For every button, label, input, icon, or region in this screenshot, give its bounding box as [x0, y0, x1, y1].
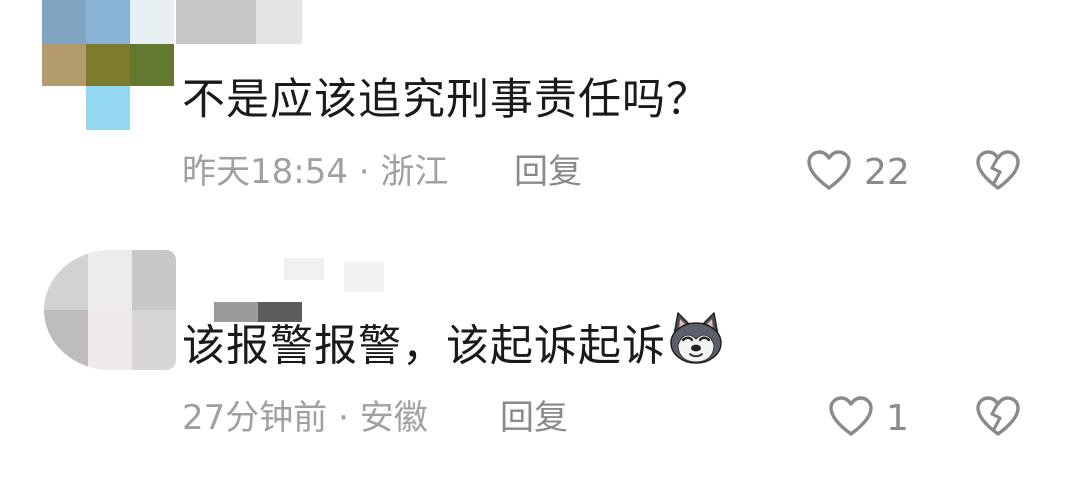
- comment-location: 浙江: [380, 152, 449, 192]
- like-count: 22: [864, 152, 910, 193]
- dislike-button[interactable]: [975, 148, 1021, 198]
- comment-text-content: 该报警报警，该起诉起诉: [182, 321, 666, 372]
- husky-dog-emoji: [668, 311, 724, 379]
- meta-separator: ·: [347, 152, 381, 192]
- username-mosaic[interactable]: [214, 258, 404, 322]
- reply-button[interactable]: 回复: [500, 396, 568, 440]
- avatar-pixel: [130, 44, 174, 86]
- avatar-pixel: [44, 250, 88, 310]
- heart-outline-icon: [828, 394, 874, 444]
- comment-meta: 27分钟前 · 安徽: [182, 396, 428, 440]
- reply-button[interactable]: 回复: [514, 150, 582, 194]
- broken-heart-icon: [975, 150, 1021, 198]
- comment-item: 该报警报警，该起诉起诉 27分钟前 · 安徽 回复 1: [0, 240, 1080, 486]
- comment-item: 不是应该追究刑事责任吗？ 昨天18:54 · 浙江 回复 22: [0, 0, 1080, 220]
- username-pixel: [284, 258, 324, 280]
- avatar-pixel: [42, 44, 86, 86]
- username-mosaic[interactable]: [176, 0, 302, 44]
- dislike-button[interactable]: [975, 394, 1021, 444]
- avatar-pixel: [86, 44, 130, 86]
- avatar-pixel: [86, 0, 130, 44]
- username-pixel: [256, 0, 302, 44]
- heart-outline-icon: [806, 148, 852, 198]
- avatar-pixel: [88, 310, 132, 370]
- comment-time: 昨天18:54: [182, 152, 348, 192]
- comment-meta: 昨天18:54 · 浙江: [182, 150, 448, 194]
- avatar-pixel: [88, 250, 132, 310]
- meta-separator: ·: [327, 398, 360, 438]
- comment-text: 该报警报警，该起诉起诉: [182, 312, 724, 383]
- broken-heart-icon: [975, 396, 1021, 444]
- username-pixel: [176, 0, 256, 44]
- avatar-pixel: [132, 250, 176, 310]
- username-pixel: [344, 262, 384, 292]
- avatar-pixel: [42, 0, 86, 44]
- avatar[interactable]: [42, 0, 174, 130]
- comment-location: 安徽: [359, 398, 428, 438]
- avatar[interactable]: [44, 250, 176, 370]
- comment-text: 不是应该追究刑事责任吗？: [182, 75, 710, 125]
- avatar-pixel: [44, 310, 88, 370]
- avatar-pixel: [132, 310, 176, 370]
- avatar-pixel: [86, 86, 130, 130]
- like-button[interactable]: 22: [806, 148, 910, 198]
- like-button[interactable]: 1: [828, 394, 909, 444]
- avatar-pixel: [130, 0, 174, 44]
- comment-time: 27分钟前: [182, 398, 328, 438]
- like-count: 1: [886, 398, 909, 439]
